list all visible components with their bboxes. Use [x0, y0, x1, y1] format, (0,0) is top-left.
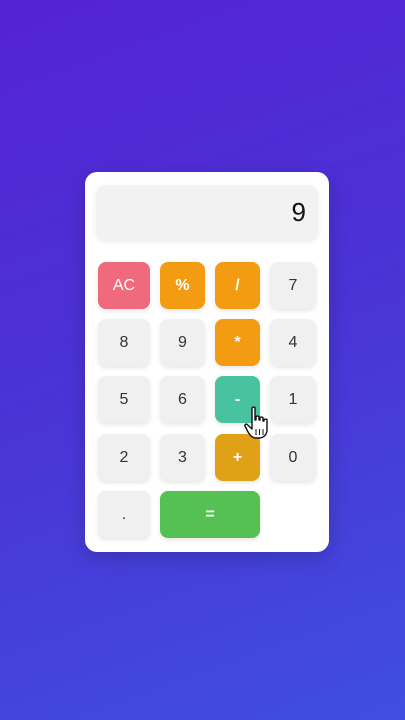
digit-0-label: 0	[288, 448, 298, 466]
digit-6-button[interactable]: 6	[160, 376, 205, 423]
clear-button-label: AC	[112, 276, 136, 294]
multiply-button[interactable]: *	[215, 319, 260, 366]
decimal-button-label: .	[121, 505, 127, 523]
digit-0-button[interactable]: 0	[270, 434, 316, 481]
digit-4-label: 4	[288, 333, 298, 351]
digit-7-button[interactable]: 7	[270, 262, 316, 309]
percent-button[interactable]: %	[160, 262, 205, 309]
digit-8-label: 8	[119, 333, 129, 351]
percent-button-label: %	[175, 276, 190, 294]
digit-2-label: 2	[119, 448, 129, 466]
digit-8-button[interactable]: 8	[98, 319, 150, 366]
digit-6-label: 6	[178, 390, 187, 408]
digit-2-button[interactable]: 2	[98, 434, 150, 481]
decimal-button[interactable]: .	[98, 491, 150, 538]
calculator-card: 9 AC % / 7 8 9 * 4 5 6 - 1 2 3 + 0 . =	[85, 172, 329, 552]
digit-5-label: 5	[119, 390, 129, 408]
plus-button[interactable]: +	[215, 434, 260, 481]
digit-9-button[interactable]: 9	[160, 319, 205, 366]
digit-1-button[interactable]: 1	[270, 376, 316, 423]
minus-button-label: -	[234, 390, 241, 408]
divide-button[interactable]: /	[215, 262, 260, 309]
multiply-button-label: *	[234, 333, 241, 351]
digit-1-label: 1	[288, 390, 298, 408]
digit-3-button[interactable]: 3	[160, 434, 205, 481]
display-value: 9	[291, 197, 306, 227]
digit-4-button[interactable]: 4	[270, 319, 316, 366]
digit-3-label: 3	[178, 448, 187, 466]
equals-button-label: =	[205, 505, 215, 523]
digit-7-label: 7	[288, 276, 298, 294]
digit-5-button[interactable]: 5	[98, 376, 150, 423]
equals-button[interactable]: =	[160, 491, 260, 538]
calculator-display: 9	[96, 185, 318, 240]
minus-button[interactable]: -	[215, 376, 260, 423]
digit-9-label: 9	[178, 333, 187, 351]
clear-button[interactable]: AC	[98, 262, 150, 309]
divide-button-label: /	[235, 276, 240, 294]
plus-button-label: +	[232, 448, 243, 466]
